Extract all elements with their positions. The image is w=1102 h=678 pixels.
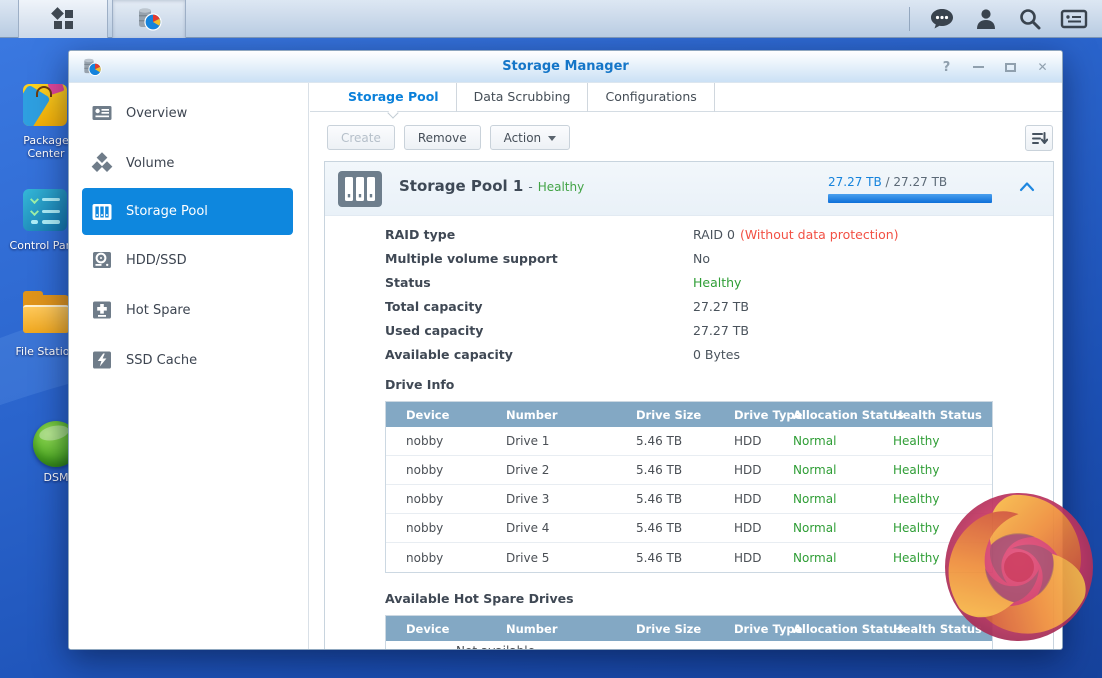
package-center-icon	[23, 84, 69, 130]
sidebar-item-label: Storage Pool	[126, 204, 208, 219]
sort-button[interactable]	[1025, 125, 1053, 151]
raid-warning: (Without data protection)	[740, 227, 899, 242]
table-row[interactable]: nobbyDrive 55.46 TBHDDNormalHealthy	[386, 543, 992, 572]
ssd-cache-icon	[91, 349, 113, 371]
main-content: Storage Pool Data Scrubbing Configuratio…	[310, 83, 1062, 649]
overview-icon	[91, 102, 113, 124]
sidebar-item-storage-pool[interactable]: Storage Pool	[82, 188, 293, 235]
field-multiple-volume: Multiple volume supportNo	[385, 247, 1053, 271]
help-button[interactable]	[937, 58, 956, 76]
capacity-used: 27.27 TB	[828, 175, 882, 189]
tab-data-scrubbing[interactable]: Data Scrubbing	[457, 83, 589, 112]
taskbar	[0, 0, 1102, 38]
hot-spare-icon	[91, 299, 113, 321]
chat-icon[interactable]	[928, 5, 956, 33]
collapse-button[interactable]	[1019, 181, 1037, 195]
table-row[interactable]: nobbyDrive 35.46 TBHDDNormalHealthy	[386, 485, 992, 514]
capacity-summary: 27.27 TB / 27.27 TB	[828, 171, 992, 203]
sort-icon	[1031, 131, 1048, 146]
user-icon[interactable]	[972, 5, 1000, 33]
field-total-capacity: Total capacity27.27 TB	[385, 295, 1053, 319]
storage-manager-window: Storage Manager Overview Volume Storage	[68, 50, 1063, 650]
toolbar: Create Remove Action	[310, 112, 1062, 161]
close-button[interactable]	[1033, 58, 1052, 76]
volume-icon	[91, 152, 113, 174]
taskbar-divider	[909, 7, 910, 31]
capacity-total: / 27.27 TB	[882, 175, 947, 189]
maximize-button[interactable]	[1001, 58, 1020, 76]
pool-icon	[337, 170, 383, 208]
sidebar-item-hdd-ssd[interactable]: HDD/SSD	[69, 235, 308, 285]
pilot-view-icon[interactable]	[1060, 5, 1088, 33]
pool-title: Storage Pool 1	[399, 177, 523, 195]
tab-bar: Storage Pool Data Scrubbing Configuratio…	[310, 83, 1062, 112]
hot-spare-table: DeviceNumberDrive SizeDrive TypeAllocati…	[385, 615, 993, 649]
table-row[interactable]: nobbyDrive 15.46 TBHDDNormalHealthy	[386, 427, 992, 456]
field-used-capacity: Used capacity27.27 TB	[385, 319, 1053, 343]
status-value: Healthy	[693, 275, 741, 290]
file-station-icon	[23, 295, 69, 341]
storage-pool-panel: Storage Pool 1 - Healthy 27.27 TB / 27.2…	[324, 161, 1054, 649]
search-icon[interactable]	[1016, 5, 1044, 33]
field-raid-type: RAID typeRAID 0(Without data protection)	[385, 223, 1053, 247]
hot-spare-empty-row: Not available	[386, 641, 992, 649]
sidebar-item-volume[interactable]: Volume	[69, 138, 308, 188]
control-panel-icon	[23, 189, 69, 235]
field-available-capacity: Available capacity0 Bytes	[385, 343, 1053, 367]
main-menu-icon	[52, 8, 74, 30]
sidebar-item-label: SSD Cache	[126, 353, 197, 368]
pool-status: Healthy	[538, 180, 585, 194]
drive-info-table: DeviceNumberDrive SizeDrive TypeAllocati…	[385, 401, 993, 573]
pool-details: RAID typeRAID 0(Without data protection)…	[325, 216, 1053, 649]
tab-storage-pool[interactable]: Storage Pool	[331, 83, 457, 112]
storage-manager-icon	[136, 6, 162, 32]
window-title: Storage Manager	[69, 51, 1062, 83]
table-row[interactable]: nobbyDrive 45.46 TBHDDNormalHealthy	[386, 514, 992, 543]
create-button[interactable]: Create	[327, 125, 395, 150]
main-menu-button[interactable]	[18, 0, 108, 38]
storage-manager-taskbar-button[interactable]	[112, 0, 186, 38]
field-status: StatusHealthy	[385, 271, 1053, 295]
sidebar-item-label: Volume	[126, 156, 174, 171]
sidebar-item-label: Overview	[126, 106, 187, 121]
sidebar-item-overview[interactable]: Overview	[69, 88, 308, 138]
storage-pool-icon	[91, 201, 113, 223]
sidebar: Overview Volume Storage Pool HDD/SSD Hot…	[69, 83, 309, 649]
capacity-progress-bar	[828, 194, 992, 203]
tab-configurations[interactable]: Configurations	[588, 83, 714, 112]
table-header: DeviceNumberDrive SizeDrive TypeAllocati…	[386, 402, 992, 427]
drive-info-title: Drive Info	[385, 377, 1053, 392]
table-row[interactable]: nobbyDrive 25.46 TBHDDNormalHealthy	[386, 456, 992, 485]
chevron-up-icon	[1019, 181, 1035, 192]
sidebar-item-label: Hot Spare	[126, 303, 191, 318]
dropdown-caret-icon	[548, 136, 556, 145]
sidebar-item-ssd-cache[interactable]: SSD Cache	[69, 335, 308, 385]
minimize-button[interactable]	[969, 58, 988, 76]
sidebar-item-label: HDD/SSD	[126, 253, 187, 268]
table-header: DeviceNumberDrive SizeDrive TypeAllocati…	[386, 616, 992, 641]
pool-header[interactable]: Storage Pool 1 - Healthy 27.27 TB / 27.2…	[325, 162, 1053, 216]
hdd-ssd-icon	[91, 249, 113, 271]
action-button[interactable]: Action	[490, 125, 571, 150]
sidebar-item-hot-spare[interactable]: Hot Spare	[69, 285, 308, 335]
hot-spare-title: Available Hot Spare Drives	[385, 591, 1053, 606]
remove-button[interactable]: Remove	[404, 125, 481, 150]
window-titlebar[interactable]: Storage Manager	[69, 51, 1062, 83]
